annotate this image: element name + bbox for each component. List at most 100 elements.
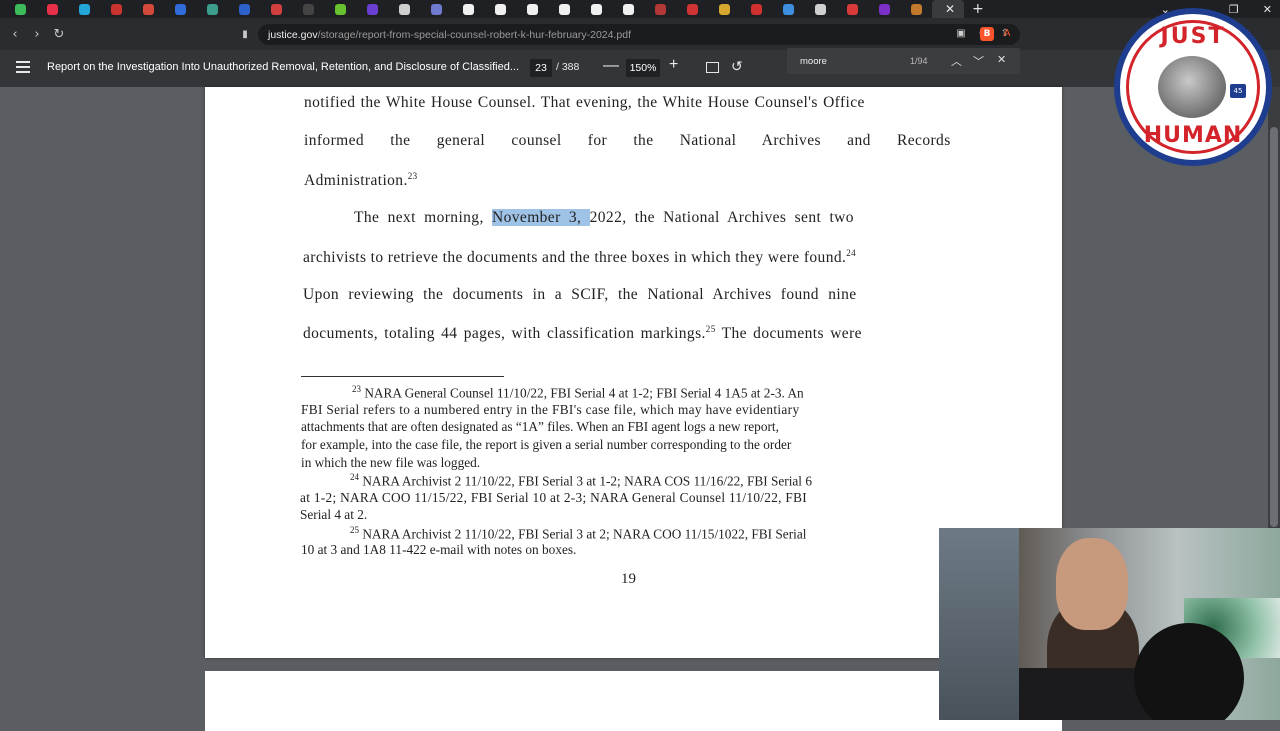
tab-favicon-icon [878, 3, 890, 15]
tab-favicon-icon [590, 3, 602, 15]
forward-button[interactable]: › [26, 27, 48, 42]
tab-favicon-icon [558, 3, 570, 15]
footnote-line: 24 NARA Archivist 2 11/10/22, FBI Serial… [350, 472, 812, 489]
active-tab[interactable]: ✕ [932, 0, 964, 18]
tab-favicon-icon [430, 3, 442, 15]
footnote-line: 23 NARA General Counsel 11/10/22, FBI Se… [352, 384, 804, 401]
browser-tab[interactable] [164, 0, 196, 18]
tab-favicon-icon [334, 3, 346, 15]
browser-tab[interactable] [324, 0, 356, 18]
browser-tab[interactable] [100, 0, 132, 18]
logo-text-bottom: HUMAN [1143, 123, 1243, 148]
tab-favicon-icon [142, 3, 154, 15]
scrollbar-thumb[interactable] [1270, 127, 1278, 527]
menu-icon[interactable] [16, 61, 30, 76]
browser-tab[interactable] [484, 0, 516, 18]
tab-favicon-icon [270, 3, 282, 15]
find-close-button[interactable]: ✕ [997, 53, 1006, 66]
brave-rewards-icon[interactable]: A [1000, 27, 1014, 41]
footnote-line: attachments that are often designated as… [301, 419, 779, 434]
footnote-line: FBI Serial refers to a numbered entry in… [301, 402, 800, 417]
back-button[interactable]: ‹ [4, 27, 26, 42]
webcam-overlay [939, 528, 1280, 720]
tab-favicon-icon [110, 3, 122, 15]
footnote-line: Serial 4 at 2. [300, 507, 368, 522]
browser-tab[interactable] [548, 0, 580, 18]
tab-favicon-icon [174, 3, 186, 15]
footnote-ref[interactable]: 23 [408, 171, 418, 181]
find-input[interactable]: moore [800, 56, 827, 67]
webcam-window-background [939, 528, 1019, 720]
tab-strip: ✕ + [0, 0, 1280, 18]
footnote-line: 25 NARA Archivist 2 11/10/22, FBI Serial… [350, 525, 807, 542]
tab-favicon-icon [46, 3, 58, 15]
webcam-person-head [1056, 538, 1128, 630]
browser-tab[interactable] [228, 0, 260, 18]
zoom-out-button[interactable]: — [603, 57, 619, 75]
browser-tab[interactable] [292, 0, 324, 18]
footnote-line: at 1-2; NARA COO 11/15/22, FBI Serial 10… [300, 490, 808, 505]
browser-tab[interactable] [452, 0, 484, 18]
close-tab-icon[interactable]: ✕ [945, 2, 955, 16]
close-window-button[interactable]: ✕ [1263, 3, 1272, 16]
bookmark-icon[interactable]: ▮ [234, 29, 256, 40]
footnote-line: 10 at 3 and 1A8 11-422 e-mail with notes… [301, 542, 577, 557]
find-bar: moore 1/94 ︿ ﹀ ✕ [787, 48, 1020, 74]
browser-tab[interactable] [388, 0, 420, 18]
browser-tab[interactable] [196, 0, 228, 18]
find-next-button[interactable]: ﹀ [973, 53, 984, 69]
pdf-page: notified the White House Counsel. That e… [205, 87, 1062, 658]
body-line: Administration.23 [304, 171, 418, 190]
browser-tab[interactable] [36, 0, 68, 18]
browser-tab[interactable] [900, 0, 932, 18]
body-line: notified the White House Counsel. That e… [304, 94, 865, 111]
browser-tab[interactable] [420, 0, 452, 18]
footnote-line: in which the new file was logged. [301, 455, 481, 470]
pdf-next-page [205, 671, 1062, 731]
tab-favicon-icon [654, 3, 666, 15]
body-line: informed the general counsel for the Nat… [304, 132, 951, 149]
brave-shields-icon[interactable]: B [980, 27, 994, 41]
tab-favicon-icon [782, 3, 794, 15]
browser-tab[interactable] [676, 0, 708, 18]
browser-tab[interactable] [868, 0, 900, 18]
reload-button[interactable]: ↻ [48, 27, 70, 42]
tab-favicon-icon [366, 3, 378, 15]
tab-favicon-icon [814, 3, 826, 15]
browser-tab[interactable] [260, 0, 292, 18]
browser-tab[interactable] [708, 0, 740, 18]
rotate-icon[interactable]: ↺ [731, 58, 743, 75]
browser-tab[interactable] [836, 0, 868, 18]
address-bar[interactable]: justice.gov/storage/report-from-special-… [258, 24, 1020, 45]
tab-favicon-icon [526, 3, 538, 15]
fit-to-page-icon[interactable] [706, 62, 719, 73]
zoom-in-button[interactable]: + [669, 56, 678, 74]
browser-tab[interactable] [740, 0, 772, 18]
find-previous-button[interactable]: ︿ [951, 53, 962, 69]
reader-mode-icon[interactable]: ▣ [954, 27, 968, 41]
zoom-level-input[interactable]: 150% [626, 59, 660, 77]
footnote-ref[interactable]: 25 [706, 324, 716, 334]
maximize-button[interactable]: ❐ [1229, 3, 1239, 16]
footnote-line: for example, into the case file, the rep… [301, 437, 792, 452]
browser-tab[interactable] [644, 0, 676, 18]
new-tab-button[interactable]: + [972, 1, 984, 17]
tab-favicon-icon [78, 3, 90, 15]
page-number-input[interactable]: 23 [530, 59, 552, 77]
browser-tab[interactable] [516, 0, 548, 18]
tab-favicon-icon [686, 3, 698, 15]
tab-favicon-icon [718, 3, 730, 15]
browser-tab[interactable] [804, 0, 836, 18]
body-line: The next morning, November 3, 2022, the … [354, 209, 854, 226]
browser-tab[interactable] [68, 0, 100, 18]
logo-text-top: JUST [1160, 24, 1226, 49]
footnote-ref[interactable]: 24 [846, 248, 856, 258]
url-path: /storage/report-from-special-counsel-rob… [317, 28, 631, 41]
browser-tab[interactable] [612, 0, 644, 18]
pdf-toolbar: Report on the Investigation Into Unautho… [0, 50, 1280, 87]
browser-tab[interactable] [772, 0, 804, 18]
browser-tab[interactable] [132, 0, 164, 18]
browser-tab[interactable] [580, 0, 612, 18]
browser-tab[interactable] [4, 0, 36, 18]
browser-tab[interactable] [356, 0, 388, 18]
